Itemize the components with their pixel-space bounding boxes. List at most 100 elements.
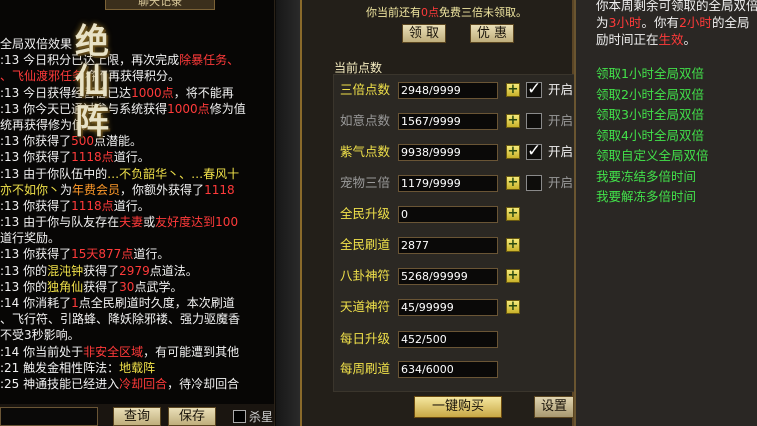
- logo-char: 绝: [75, 22, 109, 62]
- chat-segment: 全局双倍效果: [0, 37, 73, 51]
- points-label: 每周刷道: [340, 361, 391, 376]
- chat-segment: 1118点: [71, 150, 114, 165]
- chat-line: :13 你获得了1118点道行。: [0, 198, 274, 214]
- enable-label: 开启: [548, 175, 574, 190]
- desc-text: 为: [596, 15, 609, 30]
- chat-line: :13 今日获得经营值已达1000点，将不能再: [0, 85, 274, 101]
- info-link[interactable]: 领取4小时全局双倍: [596, 126, 709, 147]
- add-points-button[interactable]: +: [506, 83, 520, 97]
- chat-segment: 独角仙: [47, 279, 84, 294]
- points-value: 634/6000: [398, 361, 498, 378]
- enable-label: 开启: [548, 144, 574, 159]
- chat-segment: 为: [60, 182, 73, 197]
- points-label: 三倍点数: [340, 82, 391, 97]
- chat-segment: 年费会员: [72, 182, 121, 197]
- chat-line: :13 你的混沌钟获得了2979点道法。: [0, 263, 274, 279]
- enable-checkbox[interactable]: [526, 175, 542, 191]
- points-row: 如意点数 1567/9999 + 开启: [340, 111, 588, 131]
- points-value: 452/500: [398, 331, 498, 348]
- desc-text: 。: [683, 32, 697, 47]
- chat-segment: 友好度达到100: [155, 215, 239, 230]
- chat-line: :13 由于你队伍中的…不负韶华丶、…春风十: [0, 166, 274, 182]
- chat-segment: 1000点: [131, 85, 174, 100]
- add-points-button[interactable]: +: [506, 238, 520, 252]
- add-points-button[interactable]: +: [506, 114, 520, 128]
- chat-line: :14 你当前处于非安全区域，有可能遭到其他: [0, 344, 274, 360]
- enable-label: 开启: [548, 113, 574, 128]
- chat-segment: :14 你当前处于: [0, 344, 84, 359]
- chat-segment: 修为值: [209, 101, 246, 116]
- game-logo: 绝 仙 阵: [68, 22, 116, 150]
- info-link[interactable]: 领取1小时全局双倍: [596, 64, 709, 85]
- chat-line: 统再获得修为值。: [0, 117, 274, 133]
- chat-segment: :21 触发金相性阵法：: [0, 360, 120, 375]
- points-value: 5268/99999: [398, 268, 498, 285]
- logo-char: 仙: [75, 62, 109, 102]
- info-link[interactable]: 领取3小时全局双倍: [596, 105, 709, 126]
- chat-segment: ，有可能遭到其他: [143, 344, 240, 359]
- chat-segment: 冷却回合: [119, 376, 168, 391]
- add-points-button[interactable]: +: [506, 176, 520, 190]
- add-points-button[interactable]: +: [506, 300, 520, 314]
- chat-segment: 地载阵: [119, 360, 156, 375]
- desc-highlight: 2小时: [678, 15, 712, 30]
- chat-segment: 30: [119, 279, 135, 294]
- info-link[interactable]: 我要冻结多倍时间: [596, 167, 709, 188]
- one-click-buy-button[interactable]: 一键购买: [414, 396, 502, 418]
- points-value: 45/99999: [398, 299, 498, 316]
- info-link[interactable]: 我要解冻多倍时间: [596, 187, 709, 208]
- chat-segment: ，将不能再: [173, 85, 234, 100]
- chat-line: :13 你今天已通过参与系统获得1000点修为值: [0, 101, 274, 117]
- points-row: 每周刷道 634/6000: [340, 359, 588, 379]
- chat-tab-title[interactable]: 聊天记录: [105, 0, 215, 10]
- save-button[interactable]: 保存: [168, 407, 216, 426]
- enable-checkbox[interactable]: [526, 141, 542, 161]
- info-link[interactable]: 领取2小时全局双倍: [596, 85, 709, 106]
- points-label: 每日升级: [340, 331, 391, 346]
- chat-segment: ，你额外获得了: [120, 182, 205, 197]
- add-points-button[interactable]: +: [506, 207, 520, 221]
- settings-button[interactable]: 设置: [534, 396, 574, 418]
- chat-line: :13 你获得了1118点道行。: [0, 149, 274, 165]
- chat-segment: :13 你的: [0, 279, 48, 294]
- chat-segment: 道行。: [113, 198, 150, 213]
- panel-edge: [276, 0, 300, 426]
- chat-line: 亦不如你丶为年费会员，你额外获得了1118: [0, 182, 274, 198]
- desc-line-3: 励时间正在生效。: [596, 31, 757, 48]
- notice-suffix: 免费三倍未领取。: [439, 6, 527, 19]
- query-button[interactable]: 查询: [113, 407, 161, 426]
- chat-line: :14 你消耗了1点全民刷道时久度，本次刷道: [0, 295, 274, 311]
- points-label: 全民升级: [340, 206, 391, 221]
- chat-line: 道行奖励。: [0, 230, 274, 246]
- kill-star-checkbox[interactable]: [233, 410, 246, 423]
- points-label: 紫气点数: [340, 144, 391, 159]
- points-label: 天道神符: [340, 299, 391, 314]
- add-points-button[interactable]: +: [506, 145, 520, 159]
- chat-segment: :13 你获得了: [0, 198, 72, 213]
- chat-line: :13 你获得了500点潜能。: [0, 133, 274, 149]
- chat-input[interactable]: [0, 407, 98, 426]
- offer-button[interactable]: 优 惠: [470, 24, 514, 43]
- points-value: 0: [398, 206, 498, 223]
- points-row: 天道神符 45/99999 +: [340, 297, 588, 317]
- points-row: 三倍点数 2948/9999 + 开启: [340, 79, 588, 100]
- claim-button[interactable]: 领 取: [402, 24, 446, 43]
- chat-line: 、飞行符、引路蜂、降妖除邪褛、强力驱魔香: [0, 311, 274, 327]
- chat-segment: 或: [143, 215, 156, 230]
- notice-count: 0点: [421, 6, 439, 19]
- chat-segment: 1118: [204, 182, 235, 197]
- chat-segment: 道行奖励。: [0, 231, 61, 246]
- add-points-button[interactable]: +: [506, 269, 520, 283]
- chat-segment: :14 你消耗了: [0, 296, 72, 310]
- enable-label: 开启: [548, 82, 574, 97]
- enable-checkbox[interactable]: [526, 113, 542, 129]
- info-link[interactable]: 领取自定义全局双倍: [596, 146, 709, 167]
- chat-segment: :13 由于你队伍中的: [0, 166, 108, 181]
- points-row: 紫气点数 9938/9999 + 开启: [340, 141, 588, 162]
- chat-segment: 混沌钟: [47, 263, 84, 278]
- chat-segment: …不负韶华丶、…春风十: [107, 166, 240, 181]
- enable-checkbox[interactable]: [526, 79, 542, 99]
- chat-segment: 、飞行符、引路蜂、降妖除邪褛、强力驱魔香: [0, 312, 241, 327]
- chat-line: :13 今日积分已达上限，再次完成除暴任务、: [0, 52, 274, 68]
- notice-prefix: 你当前还有: [366, 6, 421, 19]
